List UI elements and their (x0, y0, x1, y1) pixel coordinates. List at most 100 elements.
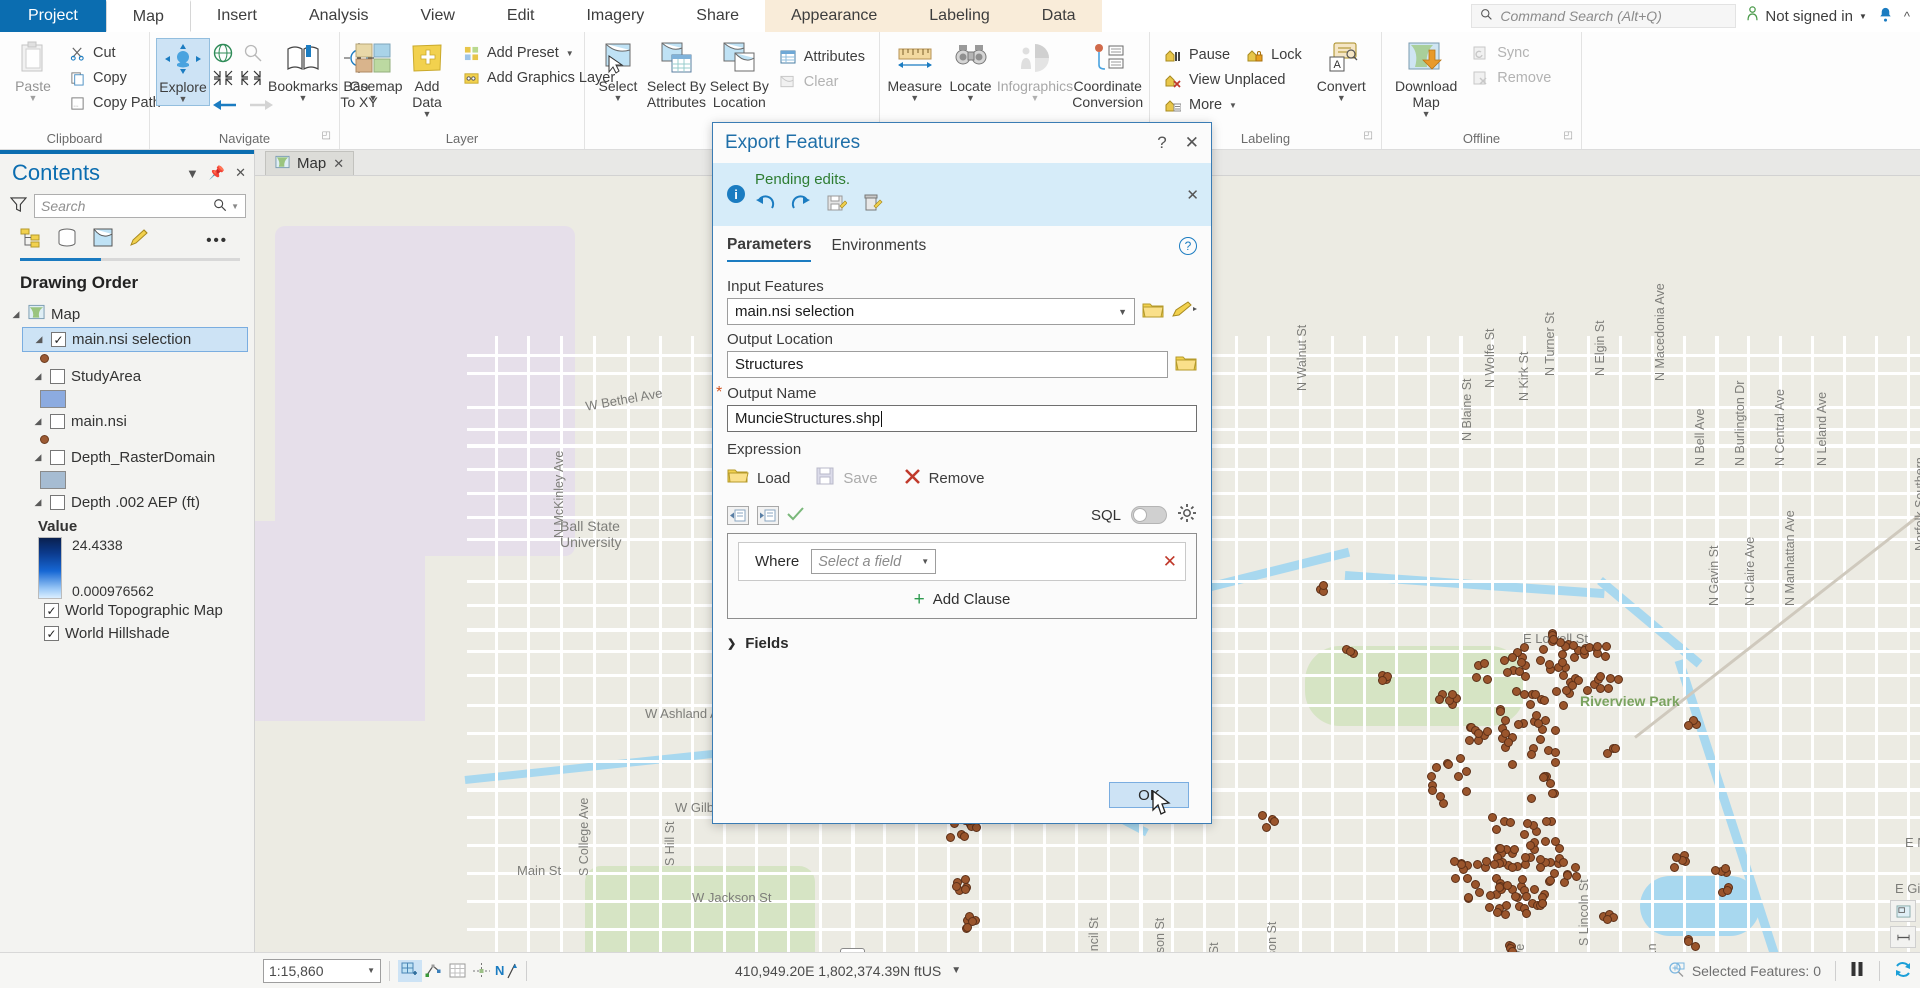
select-button[interactable]: Select ▼ (591, 38, 645, 104)
chevron-down-icon[interactable]: ▼ (910, 94, 919, 103)
discard-edits-icon[interactable] (863, 193, 883, 216)
layer-checkbox[interactable]: ✓ (44, 626, 59, 641)
dialog-help-icon[interactable]: ? (1179, 237, 1197, 255)
dismiss-message-icon[interactable]: ✕ (1186, 186, 1199, 204)
list-by-editing-icon[interactable] (128, 228, 150, 252)
list-by-data-source-icon[interactable] (56, 228, 78, 252)
save-expression-button[interactable]: Save (816, 467, 878, 489)
collapse-ribbon-icon[interactable]: ^ (1904, 9, 1910, 24)
select-features-tool-icon[interactable] (1171, 300, 1197, 323)
pane-menu-icon[interactable]: ▼ (186, 166, 199, 181)
add-clause-button[interactable]: + Add Clause (738, 590, 1186, 609)
tab-view[interactable]: View (395, 0, 481, 32)
infographics-button[interactable]: Infographics ▼ (997, 38, 1073, 104)
validate-expression-icon[interactable] (787, 506, 804, 525)
expand-icon[interactable]: ◢ (32, 452, 44, 463)
layer-item-depth-002-aep[interactable]: ◢ Depth .002 AEP (ft) (22, 491, 254, 514)
tab-environments[interactable]: Environments (831, 237, 926, 261)
gear-icon[interactable] (1177, 503, 1197, 527)
map-scalebar-button[interactable] (1890, 926, 1916, 948)
undo-icon[interactable] (755, 194, 775, 215)
expand-icon[interactable]: ◢ (32, 416, 44, 427)
output-location-field[interactable]: Structures (727, 351, 1168, 378)
remove-expression-button[interactable]: Remove (904, 468, 984, 489)
chevron-down-icon[interactable]: ▼ (1118, 307, 1127, 317)
outdent-clause-icon[interactable] (727, 505, 749, 525)
chevron-down-icon[interactable]: ▼ (1422, 110, 1431, 119)
download-map-button[interactable]: Download Map ▼ (1388, 38, 1464, 120)
attributes-button[interactable]: Attributes (773, 46, 871, 68)
search-input[interactable]: Search ▼ (34, 194, 246, 218)
redo-icon[interactable] (791, 194, 811, 215)
close-icon[interactable]: ✕ (333, 156, 344, 172)
more-labeling-button[interactable]: More ▼ (1158, 94, 1308, 116)
input-features-combobox[interactable]: main.nsi selection ▼ (727, 298, 1135, 325)
layer-checkbox[interactable]: ✓ (51, 332, 66, 347)
map-overview-button[interactable] (1890, 900, 1916, 922)
expand-icon[interactable]: ◢ (33, 334, 45, 345)
full-extent-icon[interactable] (212, 42, 234, 68)
remove-offline-button[interactable]: Remove (1466, 67, 1557, 89)
layer-item-main-nsi-selection[interactable]: ◢ ✓ main.nsi selection (22, 327, 248, 352)
indent-clause-icon[interactable] (757, 505, 779, 525)
close-icon[interactable]: ✕ (1185, 133, 1199, 153)
list-by-drawing-order-icon[interactable] (20, 228, 42, 252)
output-name-field[interactable]: MuncieStructures.shp (727, 405, 1197, 432)
notifications-icon[interactable] (1877, 6, 1894, 27)
chevron-down-icon[interactable]: ▼ (231, 202, 239, 211)
layer-checkbox[interactable]: ✓ (44, 603, 59, 618)
tab-parameters[interactable]: Parameters (727, 236, 812, 262)
fixed-zoom-in-icon[interactable] (242, 42, 264, 68)
view-unplaced-button[interactable]: View Unplaced (1158, 69, 1308, 91)
chevron-down-icon[interactable]: ▼ (1031, 94, 1040, 103)
expand-icon[interactable]: ◢ (32, 497, 44, 508)
grid-icon[interactable] (446, 960, 470, 982)
account-menu[interactable]: Not signed in ▼ (1746, 6, 1867, 26)
sql-toggle[interactable] (1131, 506, 1167, 524)
delete-clause-icon[interactable]: ✕ (1163, 552, 1177, 572)
tab-edit[interactable]: Edit (481, 0, 561, 32)
snapping-icon[interactable] (470, 960, 494, 982)
explore-button[interactable]: Explore ▼ (156, 38, 210, 107)
pause-drawing-icon[interactable] (1850, 961, 1865, 980)
layer-checkbox[interactable] (50, 450, 65, 465)
north-icon[interactable]: N (494, 960, 518, 982)
layer-item-depth-rasterdomain[interactable]: ◢ Depth_RasterDomain (22, 446, 254, 469)
chevron-down-icon[interactable]: ▼ (921, 557, 929, 566)
pin-icon[interactable]: 📌 (209, 165, 225, 181)
tab-data[interactable]: Data (1016, 0, 1102, 32)
select-by-location-button[interactable]: Select By Location (708, 38, 771, 112)
coordinate-conversion-button[interactable]: Coordinate Conversion (1072, 38, 1143, 112)
paste-button[interactable]: Paste ▼ (6, 38, 60, 104)
measure-button[interactable]: Measure ▼ (886, 38, 944, 104)
layer-item-world-topographic-map[interactable]: ✓ World Topographic Map (34, 599, 254, 622)
layer-item-world-hillshade[interactable]: ✓ World Hillshade (34, 622, 254, 645)
filter-icon[interactable] (9, 196, 28, 217)
chevron-down-icon[interactable]: ▼ (369, 94, 378, 103)
chevron-down-icon[interactable]: ▼ (1229, 101, 1237, 110)
tab-analysis[interactable]: Analysis (283, 0, 395, 32)
zoom-out-arrows-icon[interactable] (240, 69, 262, 91)
sync-button[interactable]: Sync (1466, 42, 1557, 64)
next-extent-icon[interactable] (248, 96, 274, 118)
basemap-button[interactable]: Basemap ▼ (343, 38, 403, 104)
help-icon[interactable]: ? (1157, 133, 1166, 153)
chevron-down-icon[interactable]: ▼ (179, 95, 188, 104)
contents-root-map[interactable]: ◢ Map (0, 301, 254, 327)
ok-button[interactable]: OK (1109, 782, 1189, 808)
chevron-down-icon[interactable]: ▼ (367, 966, 375, 975)
fields-section-toggle[interactable]: ❯ Fields (727, 635, 1197, 652)
project-tab[interactable]: Project (0, 0, 106, 32)
dialog-launcher-icon[interactable]: ◰ (322, 126, 331, 146)
layer-item-studyarea[interactable]: ◢ StudyArea (22, 365, 254, 388)
bookmarks-button[interactable]: Bookmarks ▼ (268, 38, 338, 104)
tab-labeling[interactable]: Labeling (903, 0, 1016, 32)
more-options-icon[interactable]: ••• (206, 232, 242, 249)
dialog-launcher-icon[interactable]: ◰ (1364, 126, 1373, 146)
lock-labeling-button[interactable]: Lock (1240, 44, 1308, 66)
locate-button[interactable]: Locate ▼ (944, 38, 998, 104)
refresh-icon[interactable] (1894, 961, 1912, 981)
tab-imagery[interactable]: Imagery (560, 0, 670, 32)
edit-vertices-icon[interactable] (422, 960, 446, 982)
chevron-down-icon[interactable]: ▼ (1337, 94, 1346, 103)
